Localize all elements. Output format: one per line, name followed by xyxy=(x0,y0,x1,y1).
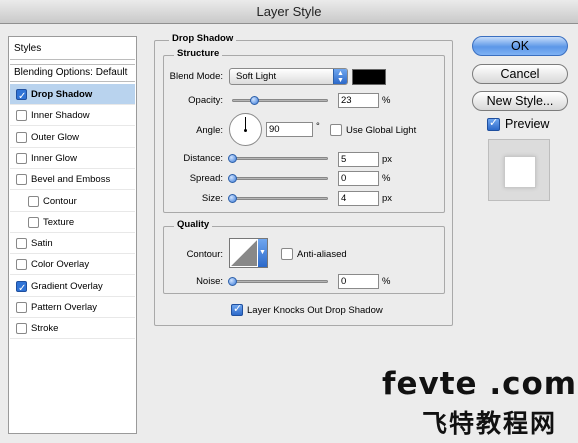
distance-slider[interactable] xyxy=(232,157,328,160)
style-item-stroke[interactable]: Stroke xyxy=(10,318,135,340)
chevron-updown-icon: ▲ ▼ xyxy=(333,69,347,84)
style-item-outer-glow[interactable]: Outer Glow xyxy=(10,127,135,148)
size-label: Size: xyxy=(201,193,223,204)
opacity-unit: % xyxy=(382,95,391,106)
noise-label: Noise: xyxy=(196,276,223,287)
preview-label: Preview xyxy=(505,117,550,131)
style-item-checkbox[interactable] xyxy=(16,174,27,186)
layer-knocks-out-label: Layer Knocks Out Drop Shadow xyxy=(247,305,383,316)
style-item-checkbox[interactable] xyxy=(16,278,27,299)
preview-swatch xyxy=(504,156,536,188)
layer-knocks-out-checkbox[interactable] xyxy=(231,302,243,316)
style-item-checkbox[interactable] xyxy=(16,131,27,143)
spread-label: Spread: xyxy=(189,173,223,184)
style-item-checkbox[interactable] xyxy=(16,86,27,107)
styles-list: Styles Blending Options: Default Drop Sh… xyxy=(8,36,137,434)
style-item-checkbox[interactable] xyxy=(16,152,27,164)
anti-aliased-label: Anti-aliased xyxy=(297,249,347,260)
angle-dial[interactable] xyxy=(229,113,262,146)
angle-unit: ° xyxy=(316,121,320,132)
style-item-label: Color Overlay xyxy=(31,259,90,271)
style-item-label: Drop Shadow xyxy=(31,89,93,100)
style-item-checkbox[interactable] xyxy=(16,238,27,250)
angle-label: Angle: xyxy=(196,125,223,136)
contour-curve-icon xyxy=(231,240,257,266)
style-item-inner-glow[interactable]: Inner Glow xyxy=(10,148,135,169)
spread-input[interactable]: 0 xyxy=(338,171,379,186)
new-style-button[interactable]: New Style... xyxy=(472,91,568,111)
window-title: Layer Style xyxy=(256,4,322,19)
noise-input[interactable]: 0 xyxy=(338,274,379,289)
style-item-drop-shadow[interactable]: Drop Shadow xyxy=(10,84,135,107)
distance-label: Distance: xyxy=(183,153,223,164)
style-item-label: Satin xyxy=(31,238,53,250)
style-item-checkbox[interactable] xyxy=(28,195,39,207)
distance-slider-knob[interactable] xyxy=(228,154,237,163)
style-item-label: Inner Glow xyxy=(31,152,77,164)
opacity-input[interactable]: 23 xyxy=(338,93,379,108)
size-unit: px xyxy=(382,193,393,204)
noise-slider-knob[interactable] xyxy=(228,277,237,286)
ok-button[interactable]: OK xyxy=(472,36,568,56)
style-item-inner-shadow[interactable]: Inner Shadow xyxy=(10,105,135,127)
preview-thumbnail xyxy=(488,139,550,201)
angle-input[interactable]: 90 xyxy=(266,122,313,137)
style-item-label: Inner Shadow xyxy=(31,110,90,122)
style-item-checkbox[interactable] xyxy=(16,259,27,271)
contour-dropdown-arrow[interactable]: ▼ xyxy=(258,239,267,267)
style-item-contour[interactable]: Contour xyxy=(10,191,135,212)
watermark-text-chinese: 飞特教程网 xyxy=(422,409,558,438)
style-item-label: Pattern Overlay xyxy=(31,302,97,313)
opacity-slider[interactable] xyxy=(232,99,328,102)
styles-header[interactable]: Styles xyxy=(10,38,135,60)
spread-unit: % xyxy=(382,173,391,184)
quality-title: Quality xyxy=(174,219,213,230)
use-global-light-checkbox[interactable] xyxy=(330,124,342,136)
contour-picker[interactable]: ▼ xyxy=(229,238,268,268)
blending-options-item[interactable]: Blending Options: Default xyxy=(10,64,135,82)
style-item-bevel-and-emboss[interactable]: Bevel and Emboss xyxy=(10,169,135,191)
cancel-button[interactable]: Cancel xyxy=(472,64,568,84)
size-input[interactable]: 4 xyxy=(338,191,379,206)
blend-mode-select[interactable]: Soft Light ▲ ▼ xyxy=(229,68,348,85)
drop-shadow-title: Drop Shadow xyxy=(169,33,237,44)
style-item-checkbox[interactable] xyxy=(16,110,27,122)
distance-input[interactable]: 5 xyxy=(338,152,379,167)
size-slider[interactable] xyxy=(232,197,328,200)
style-item-checkbox[interactable] xyxy=(28,216,39,228)
contour-label: Contour: xyxy=(186,249,223,260)
style-item-satin[interactable]: Satin xyxy=(10,233,135,255)
style-item-label: Bevel and Emboss xyxy=(31,174,111,186)
shadow-color-swatch[interactable] xyxy=(352,69,386,85)
opacity-slider-knob[interactable] xyxy=(250,96,260,105)
blend-mode-value: Soft Light xyxy=(236,71,277,82)
noise-unit: % xyxy=(382,276,391,287)
structure-title: Structure xyxy=(174,48,223,59)
distance-unit: px xyxy=(382,154,393,165)
style-item-label: Contour xyxy=(43,195,77,207)
watermark-text-latin: fevte .com xyxy=(382,366,578,402)
use-global-light-label: Use Global Light xyxy=(346,125,417,136)
style-item-label: Texture xyxy=(43,216,75,228)
style-item-color-overlay[interactable]: Color Overlay xyxy=(10,254,135,276)
size-slider-knob[interactable] xyxy=(228,194,237,203)
title-bar: Layer Style xyxy=(0,0,578,24)
style-item-pattern-overlay[interactable]: Pattern Overlay xyxy=(10,297,135,318)
preview-checkbox[interactable] xyxy=(487,116,500,131)
style-item-gradient-overlay[interactable]: Gradient Overlay xyxy=(10,276,135,299)
style-item-checkbox[interactable] xyxy=(16,302,27,313)
style-item-checkbox[interactable] xyxy=(16,323,27,335)
spread-slider-knob[interactable] xyxy=(228,174,237,183)
style-item-label: Stroke xyxy=(31,323,59,335)
anti-aliased-checkbox[interactable] xyxy=(281,248,293,260)
opacity-label: Opacity: xyxy=(188,95,223,106)
style-item-label: Gradient Overlay xyxy=(31,280,103,292)
noise-slider[interactable] xyxy=(232,280,328,283)
spread-slider[interactable] xyxy=(232,177,328,180)
blend-mode-label: Blend Mode: xyxy=(169,71,223,82)
style-item-label: Outer Glow xyxy=(31,131,80,143)
style-item-texture[interactable]: Texture xyxy=(10,212,135,233)
angle-center-dot xyxy=(244,129,247,132)
